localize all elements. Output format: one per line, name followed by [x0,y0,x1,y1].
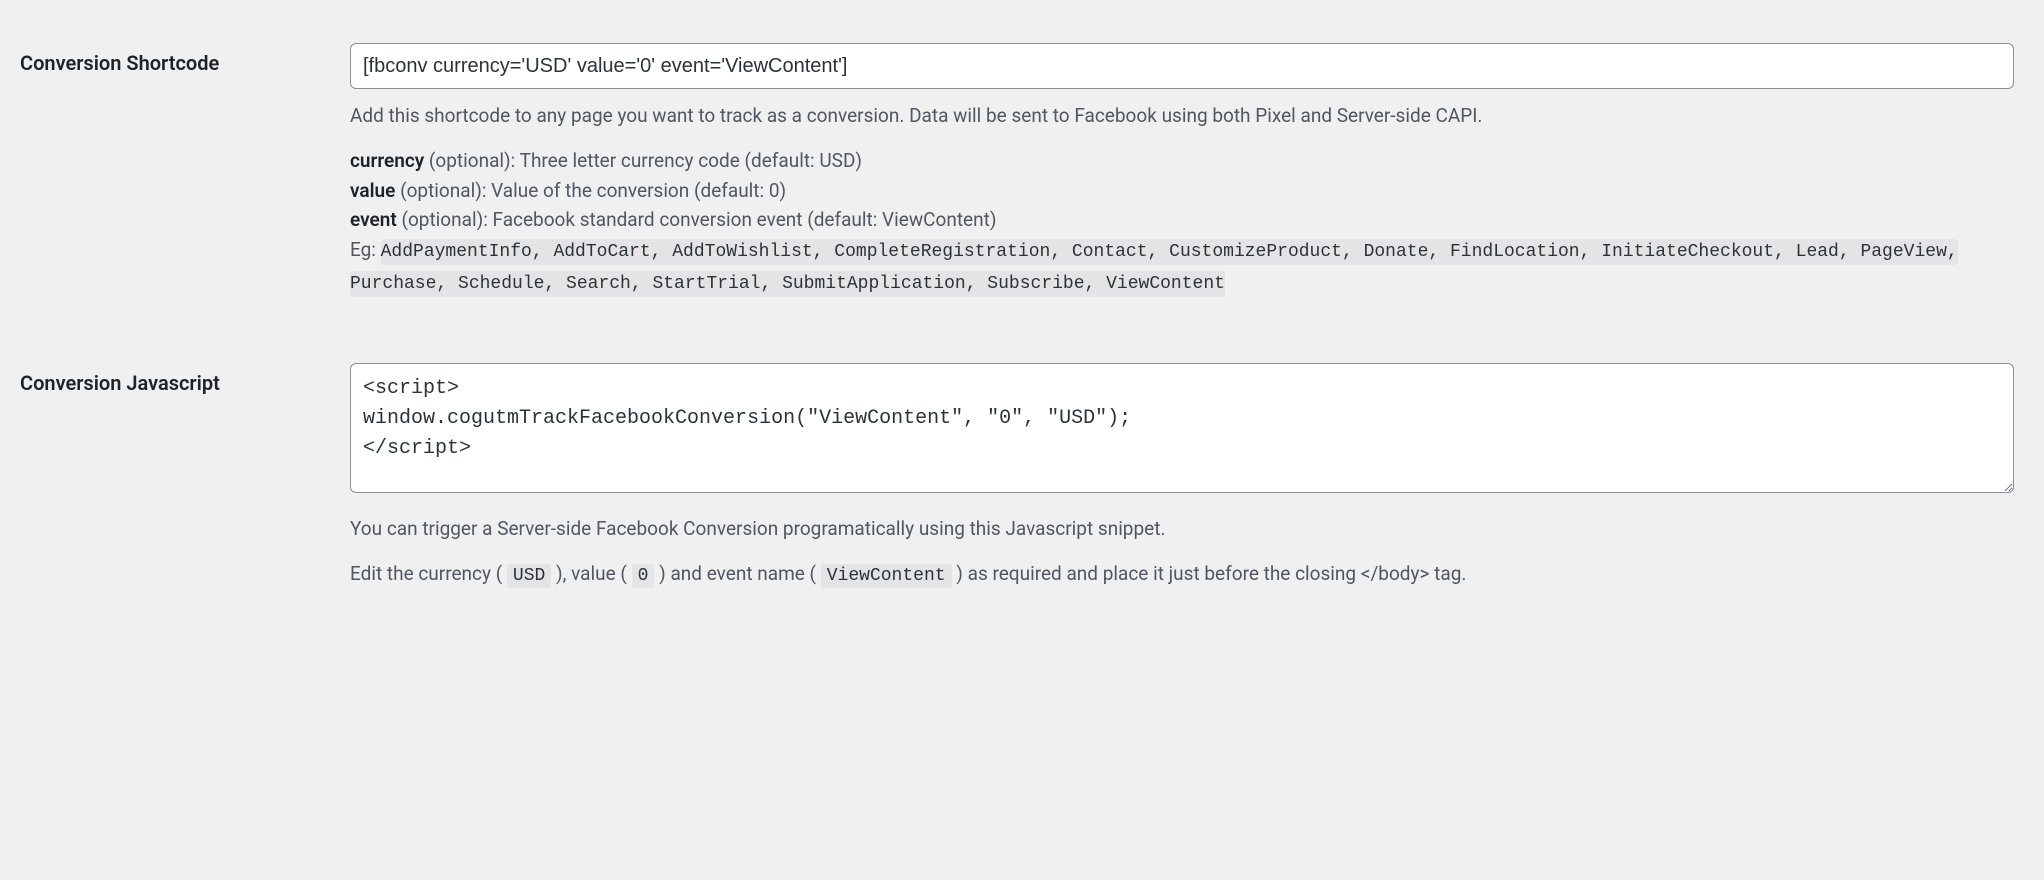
input-conversion-shortcode[interactable] [350,43,2014,89]
param-value-name: value [350,179,395,202]
events-prefix: Eg: [350,238,381,261]
row-conversion-shortcode: Conversion Shortcode Add this shortcode … [20,28,2024,348]
label-conversion-javascript: Conversion Javascript [20,371,220,395]
help-js-line1: You can trigger a Server-side Facebook C… [350,514,2014,543]
param-value-desc: (optional): Value of the conversion (def… [395,179,786,202]
param-event-name: event [350,208,397,231]
textarea-conversion-javascript[interactable] [350,363,2014,493]
help-js-2c: ) and event name ( [654,562,820,585]
param-currency-desc: (optional): Three letter currency code (… [424,149,862,172]
code-event: ViewContent [821,564,952,588]
row-conversion-javascript: Conversion Javascript You can trigger a … [20,348,2024,611]
help-shortcode-params: currency (optional): Three letter curren… [350,146,2014,298]
settings-form-table: Conversion Shortcode Add this shortcode … [20,28,2024,611]
help-js-2a: Edit the currency ( [350,562,507,585]
help-shortcode-intro: Add this shortcode to any page you want … [350,101,2014,130]
events-list: AddPaymentInfo, AddToCart, AddToWishlist… [350,239,1958,297]
param-currency-name: currency [350,149,424,172]
help-js-2d: ) as required and place it just before t… [952,562,1467,585]
code-value: 0 [632,564,655,588]
param-event-desc: (optional): Facebook standard conversion… [397,208,997,231]
help-js-line2: Edit the currency ( USD ), value ( 0 ) a… [350,559,2014,591]
code-currency: USD [507,564,551,588]
label-conversion-shortcode: Conversion Shortcode [20,51,219,75]
help-js-2b: ), value ( [551,562,631,585]
